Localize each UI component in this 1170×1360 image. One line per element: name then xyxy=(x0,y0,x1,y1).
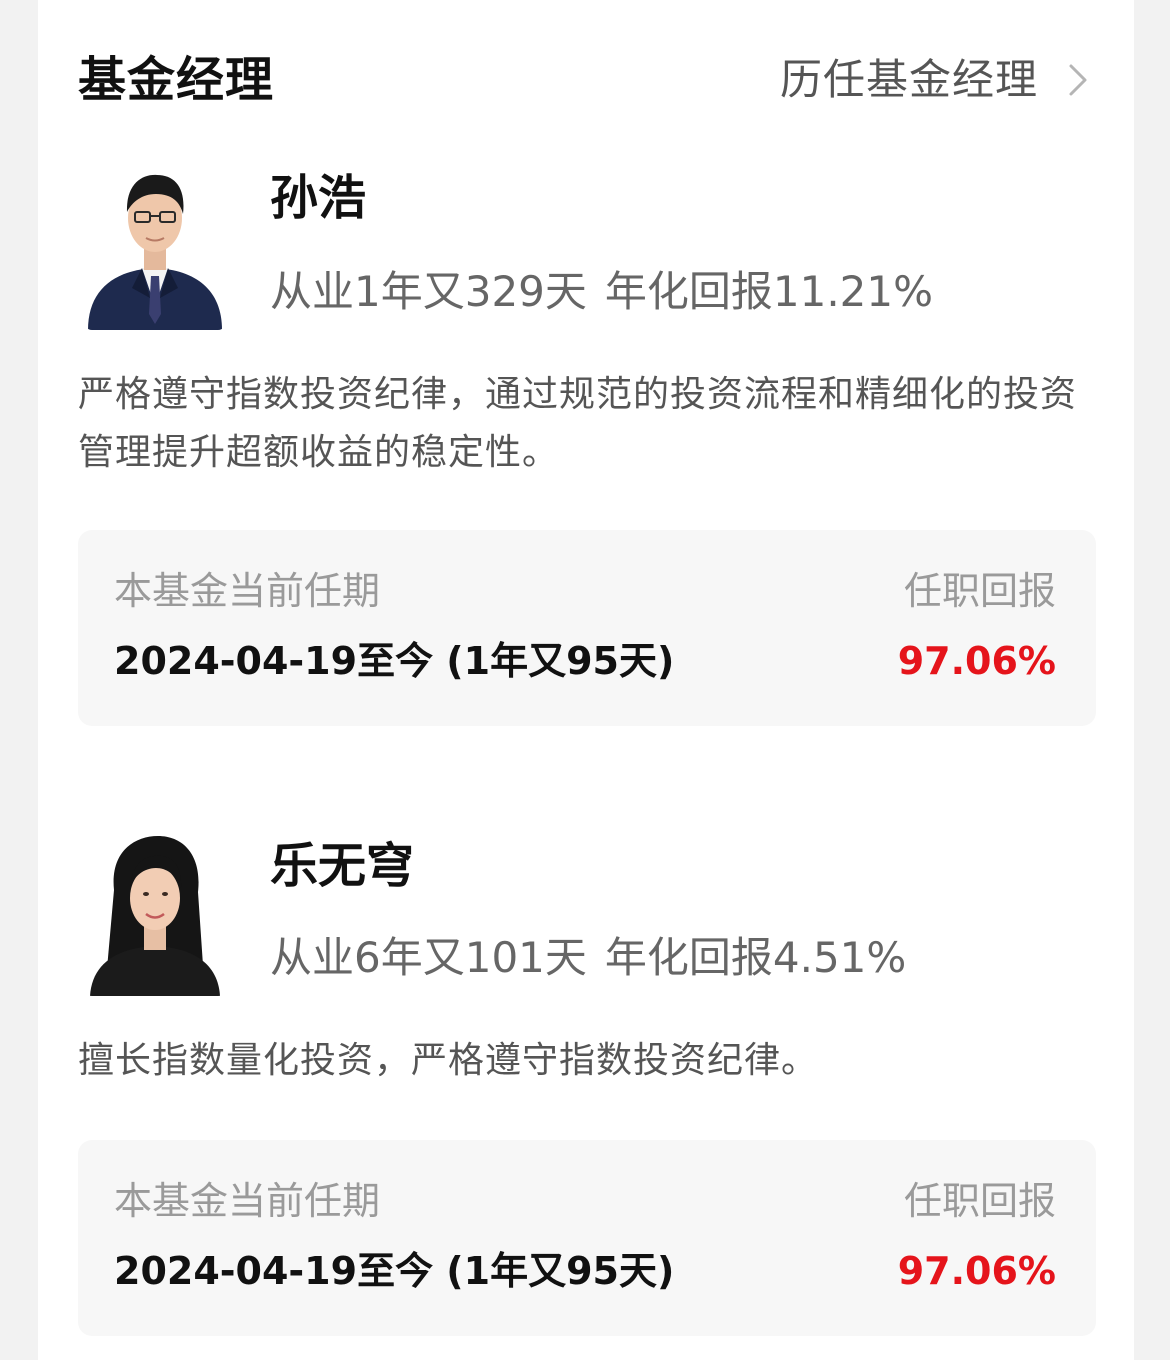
manager-stats: 从业1年又329天 年化回报11.21% xyxy=(270,264,933,320)
manager-name: 乐无穹 xyxy=(270,838,415,894)
tenure-label: 本基金当前任期 xyxy=(114,569,381,613)
manager-experience: 从业6年又101天 xyxy=(270,933,587,982)
manager-annual-return: 年化回报4.51% xyxy=(604,933,907,982)
manager-name: 孙浩 xyxy=(270,170,367,226)
tenure-return-label: 任职回报 xyxy=(903,1179,1056,1223)
avatar[interactable] xyxy=(84,830,226,996)
tenure-label: 本基金当前任期 xyxy=(114,1179,381,1223)
manager-experience: 从业1年又329天 xyxy=(270,267,587,316)
tenure-period: 2024-04-19至今 (1年又95天) xyxy=(114,1249,675,1293)
tenure-return-label: 任职回报 xyxy=(903,569,1056,613)
chevron-right-icon xyxy=(1062,52,1094,108)
tenure-box: 本基金当前任期 任职回报 2024-04-19至今 (1年又95天) 97.06… xyxy=(78,1140,1096,1336)
tenure-return: 97.06% xyxy=(897,639,1056,683)
tenure-box: 本基金当前任期 任职回报 2024-04-19至今 (1年又95天) 97.06… xyxy=(78,530,1096,726)
history-managers-link[interactable]: 历任基金经理 xyxy=(780,52,1094,108)
fund-manager-card: 基金经理 历任基金经理 孙浩 从业1年又329天 年化回报11.21% 严格遵守… xyxy=(38,0,1134,1360)
tenure-return: 97.06% xyxy=(897,1249,1056,1293)
manager-bio: 严格遵守指数投资纪律，通过规范的投资流程和精细化的投资管理提升超额收益的稳定性。 xyxy=(78,374,1078,473)
manager-stats: 从业6年又101天 年化回报4.51% xyxy=(270,930,906,986)
manager-bio: 擅长指数量化投资，严格遵守指数投资纪律。 xyxy=(78,1040,819,1081)
manager-annual-return: 年化回报11.21% xyxy=(604,267,934,316)
tenure-period: 2024-04-19至今 (1年又95天) xyxy=(114,639,675,683)
section-title: 基金经理 xyxy=(78,52,275,108)
history-managers-label: 历任基金经理 xyxy=(779,55,1038,104)
avatar[interactable] xyxy=(84,164,226,330)
